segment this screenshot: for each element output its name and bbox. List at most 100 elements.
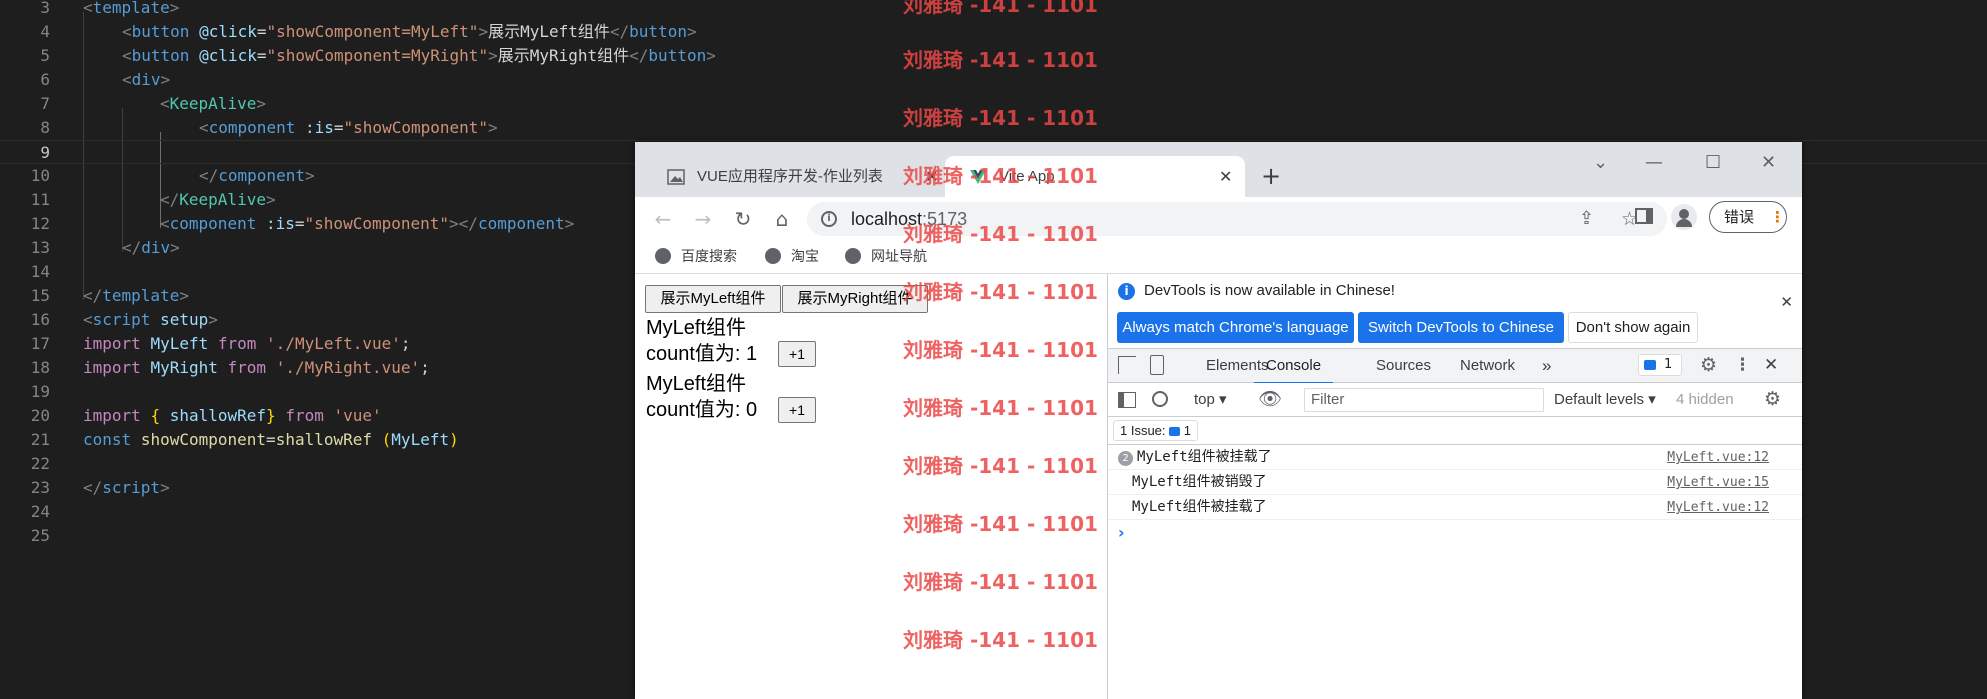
line-number: 17 [30,334,50,353]
code-line-4[interactable]: 4 <button @click="showComponent=MyLeft">… [0,20,1987,44]
tab-homework-list[interactable]: VUE应用程序开发-作业列表 ✕ [643,156,943,197]
globe-icon [765,248,781,264]
live-expression-eye-icon[interactable]: 👁 [1258,383,1282,416]
code-text: import { shallowRef} from 'vue' [83,406,382,425]
line-number: 18 [30,358,50,377]
watermark-text: 刘雅琦 -141 - 1101 [903,628,1098,652]
console-settings-gear-icon[interactable]: ⚙ [1764,383,1781,416]
line-number: 12 [30,214,50,233]
console-log-row[interactable]: MyLeft组件被挂载了 MyLeft.vue:12 [1108,495,1802,520]
tab-console[interactable]: Console [1254,349,1334,384]
console-prompt-icon[interactable]: › [1118,521,1125,545]
tab-sources[interactable]: Sources [1376,349,1431,382]
devtools-tab-strip: Elements Console Sources Network » 1 ⚙ ⋮… [1108,348,1802,384]
line-number: 11 [30,190,50,209]
tab-close-icon[interactable]: ✕ [1219,156,1232,197]
more-options-icon[interactable]: ⋮ [1734,349,1751,382]
error-status-button[interactable]: 错误 ⋮ [1709,201,1787,233]
bookmark-taobao[interactable]: 淘宝 [765,241,819,273]
code-text: </template> [83,286,189,305]
line-number: 16 [30,310,50,329]
line-number: 15 [30,286,50,305]
issues-link[interactable]: 1 Issue: 1 [1113,420,1199,441]
code-text: import MyLeft from './MyLeft.vue'; [83,334,411,353]
code-text: <component :is="showComponent"> [199,118,498,137]
log-levels-select[interactable]: Default levels ▾ [1554,383,1656,416]
code-text: <script setup> [83,310,218,329]
clear-console-icon[interactable] [1152,391,1168,407]
log-source-link[interactable]: MyLeft.vue:12 [1667,495,1769,520]
context-select[interactable]: top ▾ [1194,383,1227,416]
line-number: 8 [40,118,50,137]
browser-window[interactable]: VUE应用程序开发-作业列表 ✕ Vite App ✕ + ⌄ — ☐ ✕ ← … [635,142,1802,699]
console-toolbar: top ▾ 👁 Filter Default levels ▾ 4 hidden… [1108,383,1802,417]
component-title: MyLeft组件 [646,373,747,395]
code-text: <button @click="showComponent=MyRight">展… [122,46,716,65]
close-window-button[interactable]: ✕ [1761,150,1776,176]
maximize-button[interactable]: ☐ [1705,150,1721,176]
more-tabs-chevron-icon[interactable]: » [1542,349,1551,382]
line-number: 9 [40,143,50,162]
issues-counter-button[interactable]: 1 [1638,354,1682,376]
count-text: count值为: 0 [646,399,758,421]
increment-button[interactable]: +1 [778,341,816,367]
watermark-text: 刘雅琦 -141 - 1101 [903,338,1098,362]
forward-arrow-icon[interactable]: → [691,207,715,231]
code-text: </script> [83,478,170,497]
infobar-close-icon[interactable]: ✕ [1780,292,1793,312]
issues-bar[interactable]: 1 Issue: 1 [1108,417,1802,445]
code-text: </div> [122,238,180,257]
device-toolbar-icon[interactable] [1150,355,1164,375]
console-filter-input[interactable]: Filter [1304,388,1544,412]
new-tab-button[interactable]: + [1261,156,1281,197]
tab-search-chevron-icon[interactable]: ⌄ [1593,150,1608,176]
close-devtools-icon[interactable]: ✕ [1764,349,1778,382]
line-number: 24 [30,502,50,521]
count-text: count值为: 1 [646,343,758,365]
browser-titlebar[interactable]: VUE应用程序开发-作业列表 ✕ Vite App ✕ + ⌄ — ☐ ✕ [635,142,1802,197]
line-number: 10 [30,166,50,185]
reload-icon[interactable]: ↻ [731,207,755,231]
home-icon[interactable]: ⌂ [770,207,794,231]
message-icon [1169,427,1181,436]
log-source-link[interactable]: MyLeft.vue:12 [1667,445,1769,470]
message-icon [1644,360,1656,370]
watermark-text: 刘雅琦 -141 - 1101 [903,222,1098,246]
dont-show-again-button[interactable]: Don't show again [1568,312,1698,343]
code-text: </KeepAlive> [160,190,276,209]
code-text: import MyRight from './MyRight.vue'; [83,358,430,377]
switch-to-chinese-button[interactable]: Switch DevTools to Chinese [1358,312,1564,343]
profile-avatar-icon[interactable] [1671,204,1697,230]
line-number: 7 [40,94,50,113]
show-myleft-button[interactable]: 展示MyLeft组件 [645,285,781,313]
increment-button[interactable]: +1 [778,397,816,423]
info-icon: i [1118,283,1135,300]
watermark-text: 刘雅琦 -141 - 1101 [903,280,1098,304]
console-log-row[interactable]: MyLeft组件被销毁了 MyLeft.vue:15 [1108,470,1802,495]
hidden-count: 4 hidden [1676,391,1734,408]
line-number: 23 [30,478,50,497]
tab-network[interactable]: Network [1460,349,1515,382]
back-arrow-icon[interactable]: ← [651,207,675,231]
share-icon[interactable]: ⇪ [1579,202,1594,236]
code-text: <div> [122,70,171,89]
bookmark-baidu[interactable]: 百度搜索 [655,241,737,273]
line-number: 3 [40,0,50,17]
log-message: MyLeft组件被挂载了 [1132,499,1267,515]
log-message: MyLeft组件被销毁了 [1132,474,1267,490]
settings-gear-icon[interactable]: ⚙ [1700,349,1717,382]
sidebar-toggle-icon[interactable] [1118,392,1136,408]
devtools-panel: i DevTools is now available in Chinese! … [1107,274,1802,699]
side-panel-icon[interactable] [1635,208,1653,224]
always-match-language-button[interactable]: Always match Chrome's language [1117,312,1354,343]
minimize-button[interactable]: — [1645,150,1663,176]
site-info-icon[interactable]: i [821,211,837,227]
globe-icon [655,248,671,264]
watermark-text: 刘雅琦 -141 - 1101 [903,0,1098,17]
watermark-text: 刘雅琦 -141 - 1101 [903,106,1098,130]
inspect-element-icon[interactable] [1118,356,1136,374]
log-source-link[interactable]: MyLeft.vue:15 [1667,470,1769,495]
console-log-row[interactable]: 2 MyLeft组件被挂载了 MyLeft.vue:12 [1108,445,1802,470]
code-text: const showComponent=shallowRef (MyLeft) [83,430,459,449]
line-number: 6 [40,70,50,89]
